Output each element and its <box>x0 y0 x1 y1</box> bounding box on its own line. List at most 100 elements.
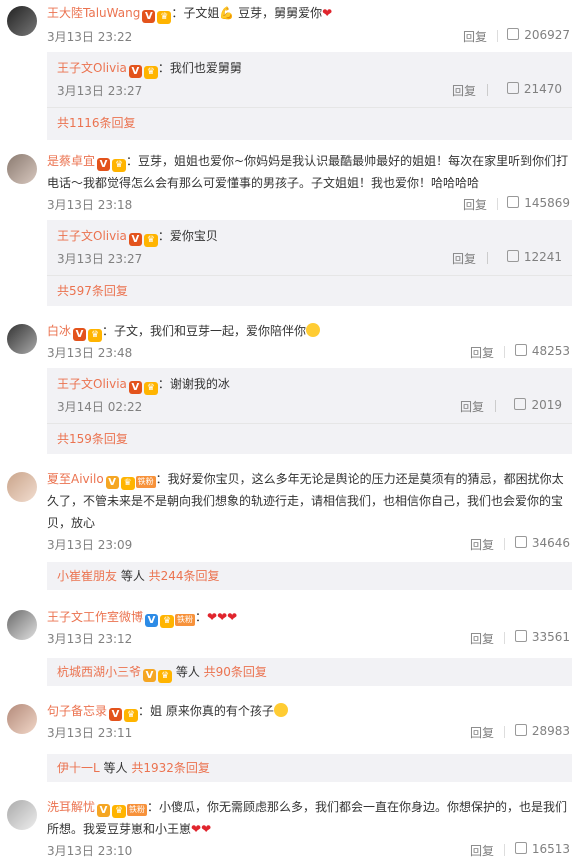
divider <box>497 198 498 210</box>
sub-like-count: 21470 <box>523 82 562 96</box>
sub-reply-name[interactable]: 王子文Olivia <box>57 377 127 391</box>
heart-icon: ❤ <box>201 822 212 836</box>
commenter-name[interactable]: 白冰 <box>47 324 71 338</box>
like-button[interactable]: 28983 <box>514 724 570 738</box>
heart-eyes-emoji-icon <box>306 323 321 337</box>
verified-v-icon: V <box>105 476 119 489</box>
commenter-name[interactable]: 王大陸TaluWang <box>47 6 140 20</box>
like-button[interactable]: 16513 <box>514 842 570 856</box>
member-crown-icon: ♛ <box>160 615 175 628</box>
avatar[interactable] <box>7 610 37 640</box>
avatar[interactable] <box>7 800 37 830</box>
member-crown-icon: ♛ <box>124 709 139 722</box>
like-button[interactable]: 145869 <box>507 196 570 210</box>
sub-reply-text: ：我们也爱舅舅 <box>157 61 242 75</box>
reply-button[interactable]: 回复 <box>463 28 487 45</box>
verified-v-icon: V <box>128 381 142 394</box>
comment-text: ：姐 原来你真的有个孩子 <box>138 704 274 718</box>
commenter-name[interactable]: 王子文工作室微博 <box>47 610 143 624</box>
verified-v-icon: V <box>109 708 123 721</box>
like-count: 145869 <box>524 196 570 210</box>
comment-time: 3月13日 23:12 <box>47 632 133 646</box>
heart-icon: ❤ <box>227 610 238 624</box>
avatar[interactable] <box>7 324 37 354</box>
more-replies-row: 杭城西湖小三爷 V ♛ 等人 共90条回复 <box>57 663 267 683</box>
comment-meta: 3月13日 23:48 回复 48253 <box>47 344 570 362</box>
more-replies-link[interactable]: 共1116条回复 <box>57 114 136 131</box>
sub-reply-text: ：谢谢我的冰 <box>157 377 230 391</box>
fan-badge: 铁粉 <box>175 614 196 626</box>
comment-time: 3月13日 23:11 <box>47 726 133 740</box>
commenter-name[interactable]: 是蔡卓宜 <box>47 154 95 168</box>
divider <box>504 346 505 358</box>
reply-user-link[interactable]: 杭城西湖小三爷 <box>57 665 141 679</box>
like-count: 28983 <box>531 724 570 738</box>
verified-v-icon: V <box>143 669 157 682</box>
divider <box>497 30 498 42</box>
commenter-name[interactable]: 句子备忘录 <box>47 704 107 718</box>
divider <box>504 538 505 550</box>
sub-reply-button[interactable]: 回复 <box>452 250 476 267</box>
verified-v-icon: V <box>145 614 159 627</box>
more-replies-link[interactable]: 共244条回复 <box>149 569 220 583</box>
reply-button[interactable]: 回复 <box>463 196 487 213</box>
comment-time: 3月13日 23:10 <box>47 844 133 858</box>
verified-v-icon: V <box>142 10 156 23</box>
divider <box>504 844 505 856</box>
divider <box>487 252 488 264</box>
verified-v-icon: V <box>73 328 87 341</box>
comment-time: 3月13日 23:22 <box>47 30 133 44</box>
member-crown-icon: ♛ <box>143 382 158 395</box>
sub-reply-button[interactable]: 回复 <box>460 398 484 415</box>
sub-reply-button[interactable]: 回复 <box>452 82 476 99</box>
reply-button[interactable]: 回复 <box>470 344 494 361</box>
like-button[interactable]: 48253 <box>514 344 570 358</box>
reply-button[interactable]: 回复 <box>470 842 494 859</box>
more-replies-link[interactable]: 共159条回复 <box>57 430 128 447</box>
more-replies-tail: 等人 <box>172 665 204 679</box>
avatar[interactable] <box>7 472 37 502</box>
like-button[interactable]: 34646 <box>514 536 570 550</box>
heart-icon: ❤ <box>191 822 202 836</box>
avatar[interactable] <box>7 704 37 734</box>
more-replies-link[interactable]: 共597条回复 <box>57 282 128 299</box>
member-crown-icon: ♛ <box>88 329 103 342</box>
like-button[interactable]: 33561 <box>514 630 570 644</box>
sub-reply-meta: 3月13日 23:27 回复 21470 <box>57 82 562 100</box>
more-replies-link[interactable]: 共90条回复 <box>204 665 267 679</box>
reply-user-link[interactable]: 伊十一L <box>57 761 100 775</box>
thumbs-up-icon <box>507 28 520 40</box>
reply-button[interactable]: 回复 <box>470 536 494 553</box>
sub-reply-box: 王子文Olivia V ♛ ：爱你宝贝 3月13日 23:27 回复 12241 共5… <box>47 220 572 306</box>
comment-body: 句子备忘录 V ♛ ：姐 原来你真的有个孩子 <box>47 700 570 722</box>
like-count: 48253 <box>531 344 570 358</box>
reply-user-link[interactable]: 小崔崔朋友 <box>57 569 117 583</box>
member-crown-icon: ♛ <box>157 11 172 24</box>
commenter-name[interactable]: 夏至Aivilo <box>47 472 104 486</box>
sub-reply-box: 王子文Olivia V ♛ ：谢谢我的冰 3月14日 02:22 回复 2019 共1… <box>47 368 572 454</box>
comment-text: ：子文，我们和豆芽一起，爱你陪伴你 <box>102 324 307 338</box>
member-crown-icon: ♛ <box>143 66 158 79</box>
sub-like-button[interactable]: 12241 <box>506 250 562 264</box>
divider <box>495 400 496 412</box>
more-replies-link[interactable]: 共1932条回复 <box>131 761 210 775</box>
avatar[interactable] <box>7 154 37 184</box>
comment-meta: 3月13日 23:12 回复 33561 <box>47 630 570 648</box>
reply-button[interactable]: 回复 <box>470 630 494 647</box>
comment-time: 3月13日 23:18 <box>47 198 133 212</box>
sub-reply-time: 3月13日 23:27 <box>57 84 143 98</box>
reply-button[interactable]: 回复 <box>470 724 494 741</box>
sub-reply-name[interactable]: 王子文Olivia <box>57 61 127 75</box>
commenter-name[interactable]: 洗耳解忧 <box>47 800 95 814</box>
avatar[interactable] <box>7 6 37 36</box>
sub-like-button[interactable]: 21470 <box>506 82 562 96</box>
sub-like-button[interactable]: 2019 <box>514 398 562 412</box>
sub-reply-meta: 3月14日 02:22 回复 2019 <box>57 398 562 416</box>
comment-body: 夏至Aivilo V ♛ 铁粉 ：我好爱你宝贝，这么多年无论是舆论的压力还是莫须有的猜忌… <box>47 468 570 534</box>
comment-meta: 3月13日 23:22 回复 206927 <box>47 28 570 46</box>
sub-reply-name[interactable]: 王子文Olivia <box>57 229 127 243</box>
sub-like-count: 12241 <box>523 250 562 264</box>
comment-meta: 3月13日 23:18 回复 145869 <box>47 196 570 214</box>
like-button[interactable]: 206927 <box>507 28 570 42</box>
comment-meta: 3月13日 23:09 回复 34646 <box>47 536 570 554</box>
